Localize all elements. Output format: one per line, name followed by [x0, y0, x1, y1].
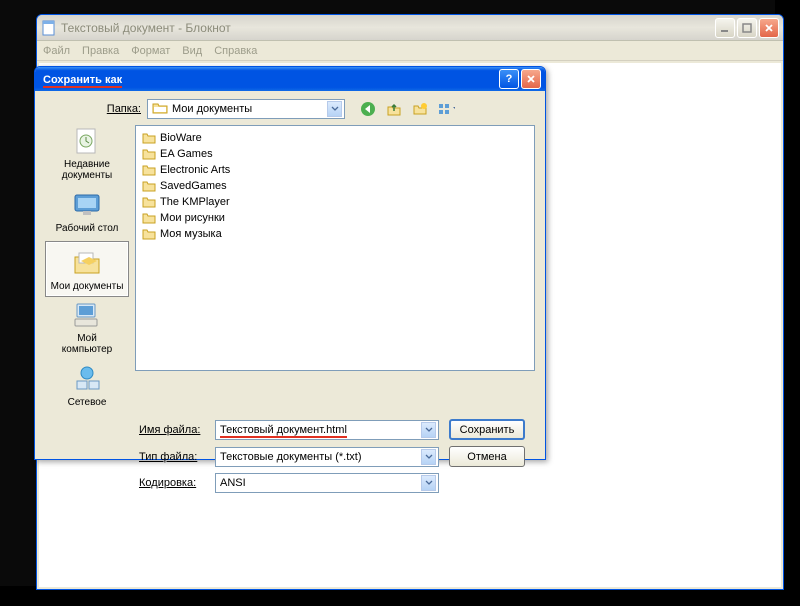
menu-file[interactable]: Файл	[43, 45, 70, 57]
close-button[interactable]	[759, 18, 779, 38]
chevron-down-icon[interactable]	[421, 475, 436, 491]
help-button[interactable]: ?	[499, 69, 519, 89]
folder-icon	[142, 196, 156, 208]
mydocs-icon	[71, 247, 103, 279]
folder-icon	[152, 101, 168, 117]
mycomputer-icon	[71, 299, 103, 331]
folder-icon	[142, 212, 156, 224]
menu-help[interactable]: Справка	[214, 45, 257, 57]
back-icon[interactable]	[359, 100, 377, 118]
folder-name: Моя музыка	[160, 228, 222, 240]
chevron-down-icon[interactable]	[421, 449, 436, 465]
filetype-label: Тип файла:	[139, 451, 205, 463]
folder-item[interactable]: Electronic Arts	[142, 162, 528, 178]
place-network-label: Сетевое	[68, 397, 107, 408]
cancel-button[interactable]: Отмена	[449, 446, 525, 467]
filename-input[interactable]: Текстовый документ.html	[215, 420, 439, 440]
folder-icon	[142, 228, 156, 240]
place-desktop-label: Рабочий стол	[56, 223, 119, 234]
notepad-title: Текстовый документ - Блокнот	[61, 21, 715, 35]
folder-label: Папка:	[105, 103, 141, 115]
place-recent[interactable]: Недавниедокументы	[45, 125, 129, 181]
up-folder-icon[interactable]	[385, 100, 403, 118]
new-folder-icon[interactable]	[411, 100, 429, 118]
folder-name: Electronic Arts	[160, 164, 230, 176]
folder-item[interactable]: Моя музыка	[142, 226, 528, 242]
menubar: Файл Правка Формат Вид Справка	[37, 41, 783, 61]
filetype-value: Текстовые документы (*.txt)	[220, 451, 421, 463]
filetype-combo[interactable]: Текстовые документы (*.txt)	[215, 447, 439, 467]
dialog-title: Сохранить как	[39, 72, 497, 86]
views-icon[interactable]	[437, 100, 455, 118]
encoding-combo[interactable]: ANSI	[215, 473, 439, 493]
filename-value: Текстовый документ.html	[220, 424, 347, 438]
menu-format[interactable]: Формат	[131, 45, 170, 57]
folder-item[interactable]: EA Games	[142, 146, 528, 162]
encoding-label: Кодировка:	[139, 477, 205, 489]
place-recent-label: Недавниедокументы	[62, 159, 113, 181]
recent-docs-icon	[71, 125, 103, 157]
place-mycomputer[interactable]: Мойкомпьютер	[45, 299, 129, 355]
minimize-button[interactable]	[715, 18, 735, 38]
encoding-value: ANSI	[220, 477, 421, 489]
folder-icon	[142, 148, 156, 160]
place-mycomputer-label: Мойкомпьютер	[62, 333, 112, 355]
chevron-down-icon[interactable]	[327, 101, 342, 117]
place-mydocs-label: Мои документы	[51, 281, 124, 292]
folder-icon	[142, 132, 156, 144]
folder-name: Мои рисунки	[160, 212, 225, 224]
save-as-dialog: Сохранить как ? Папка: Мои документы	[34, 66, 546, 460]
menu-view[interactable]: Вид	[182, 45, 202, 57]
folder-item[interactable]: SavedGames	[142, 178, 528, 194]
place-desktop[interactable]: Рабочий стол	[45, 183, 129, 239]
menu-edit[interactable]: Правка	[82, 45, 119, 57]
folder-item[interactable]: Мои рисунки	[142, 210, 528, 226]
network-icon	[71, 363, 103, 395]
folder-value: Мои документы	[172, 103, 327, 115]
dialog-titlebar[interactable]: Сохранить как ?	[35, 67, 545, 91]
places-bar: Недавниедокументы Рабочий стол Мои докум…	[45, 125, 129, 413]
place-mydocs[interactable]: Мои документы	[45, 241, 129, 297]
folder-item[interactable]: BioWare	[142, 130, 528, 146]
dialog-close-button[interactable]	[521, 69, 541, 89]
chevron-down-icon[interactable]	[421, 422, 436, 438]
folder-name: SavedGames	[160, 180, 227, 192]
filename-label: Имя файла:	[139, 424, 205, 436]
folder-icon	[142, 164, 156, 176]
desktop-icon	[71, 189, 103, 221]
file-list[interactable]: BioWare EA Games Electronic Arts SavedGames…	[135, 125, 535, 371]
folder-combo[interactable]: Мои документы	[147, 99, 345, 119]
folder-name: BioWare	[160, 132, 202, 144]
save-button[interactable]: Сохранить	[449, 419, 525, 440]
folder-item[interactable]: The KMPlayer	[142, 194, 528, 210]
folder-name: The KMPlayer	[160, 196, 230, 208]
notepad-icon	[41, 20, 57, 36]
maximize-button[interactable]	[737, 18, 757, 38]
place-network[interactable]: Сетевое	[45, 357, 129, 413]
notepad-titlebar[interactable]: Текстовый документ - Блокнот	[37, 15, 783, 41]
folder-icon	[142, 180, 156, 192]
folder-name: EA Games	[160, 148, 213, 160]
